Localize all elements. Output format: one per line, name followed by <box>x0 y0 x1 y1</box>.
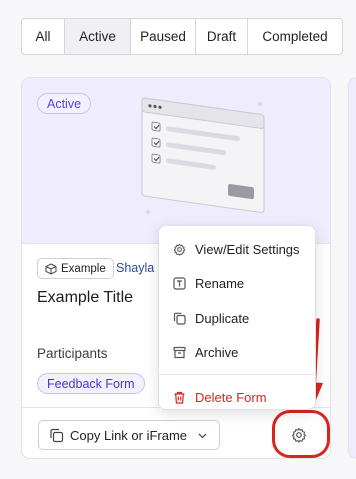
status-filter-tabs: All Active Paused Draft Completed <box>21 18 343 55</box>
tab-paused[interactable]: Paused <box>131 19 196 54</box>
menu-item-rename[interactable]: Rename <box>159 267 315 302</box>
card-preview[interactable]: Active <box>22 78 330 243</box>
chevron-down-icon <box>198 433 207 438</box>
tab-draft[interactable]: Draft <box>196 19 248 54</box>
menu-item-duplicate[interactable]: Duplicate <box>159 301 315 336</box>
menu-divider <box>159 374 315 375</box>
menu-item-label: Rename <box>195 276 245 292</box>
form-type-badge: Feedback Form <box>37 373 145 394</box>
cube-icon <box>45 262 57 275</box>
annotation-highlight-circle <box>272 410 330 458</box>
owner-name[interactable]: Shayla <box>116 261 154 275</box>
tab-all[interactable]: All <box>22 19 65 54</box>
form-illustration <box>141 97 265 214</box>
menu-item-delete-form[interactable]: Delete Form <box>159 380 315 415</box>
menu-item-label: Archive <box>195 345 239 361</box>
example-tag: Example <box>37 258 114 279</box>
participants-label: Participants <box>37 346 108 361</box>
menu-item-label: View/Edit Settings <box>195 241 300 257</box>
next-form-card-edge <box>348 77 356 459</box>
menu-item-archive[interactable]: Archive <box>159 336 315 371</box>
trash-icon <box>172 390 186 404</box>
example-tag-label: Example <box>61 262 106 275</box>
menu-item-label: Duplicate <box>195 310 250 326</box>
card-title[interactable]: Example Title <box>37 289 133 307</box>
card-options-menu: View/Edit Settings Rename Duplicate Arch… <box>158 225 316 410</box>
tab-active[interactable]: Active <box>65 19 131 54</box>
text-box-icon <box>172 277 186 291</box>
menu-item-label: Delete Form <box>195 389 267 405</box>
menu-item-view-edit-settings[interactable]: View/Edit Settings <box>159 232 315 267</box>
copy-link-label: Copy Link or iFrame <box>70 427 188 443</box>
copy-icon <box>172 311 186 325</box>
tab-completed[interactable]: Completed <box>248 19 342 54</box>
archive-icon <box>172 346 186 360</box>
gear-icon <box>172 242 186 256</box>
copy-icon <box>50 428 64 442</box>
copy-link-button[interactable]: Copy Link or iFrame <box>38 420 220 450</box>
status-badge: Active <box>37 93 92 114</box>
